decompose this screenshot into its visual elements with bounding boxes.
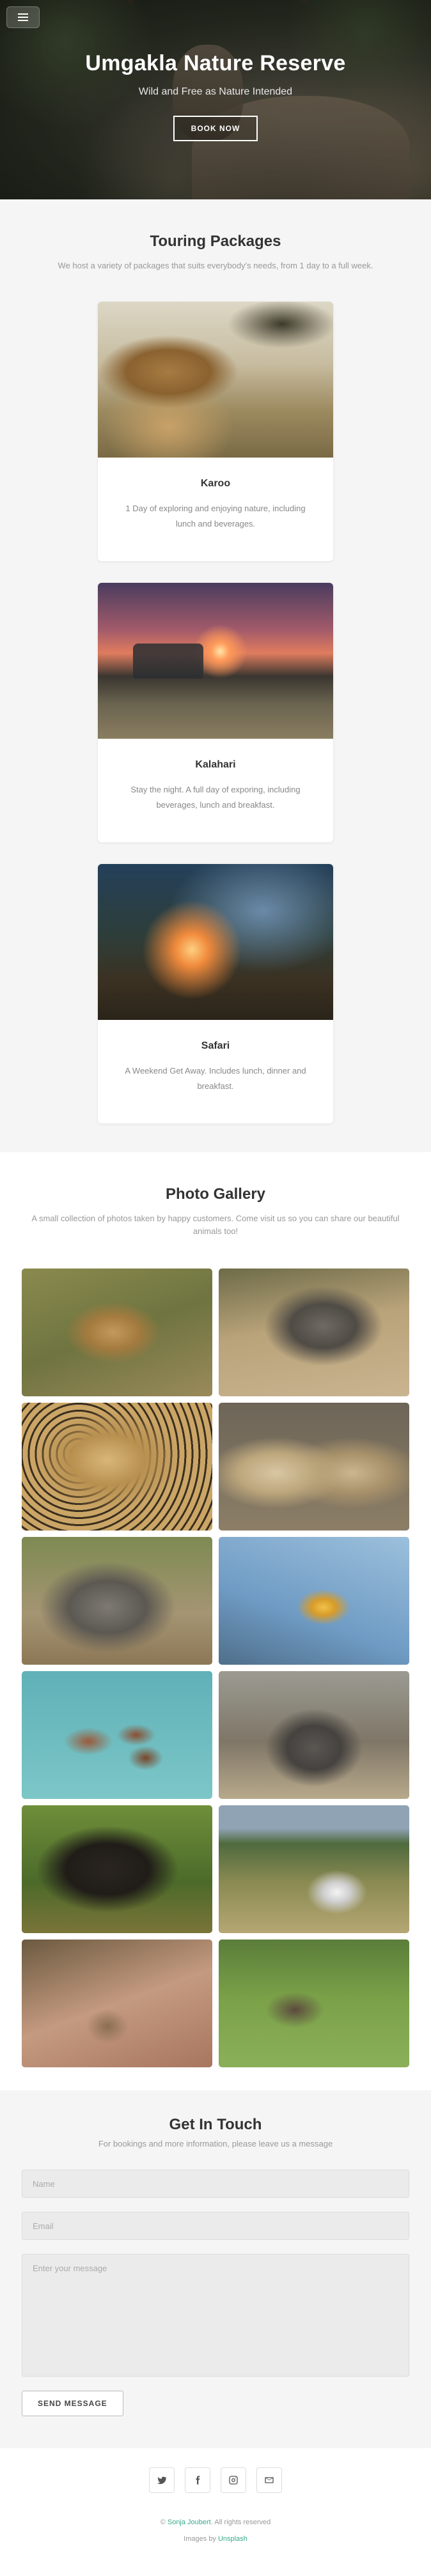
hero-banner: Umgakla Nature Reserve Wild and Free as … <box>0 0 431 199</box>
images-by-text: Images by <box>184 2535 216 2543</box>
hero-content: Umgakla Nature Reserve Wild and Free as … <box>0 51 431 141</box>
message-textarea[interactable]: Enter your message <box>22 2254 409 2377</box>
package-image-lion <box>98 302 333 458</box>
site-title: Umgakla Nature Reserve <box>85 51 346 75</box>
rights-text: . All rights reserved <box>210 2518 271 2526</box>
package-name: Safari <box>201 1040 230 1051</box>
facebook-link[interactable] <box>185 2467 210 2493</box>
send-message-button[interactable]: SEND MESSAGE <box>22 2391 123 2416</box>
email-link[interactable] <box>256 2467 282 2493</box>
gallery-photo-hornbill[interactable] <box>219 1537 409 1665</box>
gallery-photo-lioness[interactable] <box>22 1269 212 1396</box>
instagram-icon <box>229 2476 238 2485</box>
package-card-karoo[interactable]: Karoo 1 Day of exploring and enjoying na… <box>98 302 333 561</box>
package-name: Karoo <box>200 478 231 489</box>
hamburger-icon <box>18 13 28 21</box>
copyright-symbol: © <box>160 2518 166 2526</box>
twitter-link[interactable] <box>149 2467 175 2493</box>
email-placeholder: Email <box>33 2221 54 2231</box>
packages-section: Touring Packages We host a variety of pa… <box>0 199 431 1152</box>
gallery-photo-leopard[interactable] <box>22 1403 212 1531</box>
packages-title: Touring Packages <box>150 233 281 250</box>
name-placeholder: Name <box>33 2179 55 2189</box>
gallery-title: Photo Gallery <box>165 1185 266 1203</box>
package-card-safari[interactable]: Safari A Weekend Get Away. Includes lunc… <box>98 864 333 1123</box>
gallery-subtitle: A small collection of photos taken by ha… <box>31 1214 400 1236</box>
gallery-photo-elephants[interactable] <box>219 1671 409 1799</box>
twitter-icon <box>157 2476 167 2485</box>
facebook-icon <box>196 2476 200 2485</box>
package-body: Kalahari Stay the night. A full day of e… <box>98 739 333 842</box>
gallery-photo-warthogs[interactable] <box>219 1940 409 2067</box>
menu-toggle-button[interactable] <box>6 6 40 28</box>
package-body: Karoo 1 Day of exploring and enjoying na… <box>98 458 333 561</box>
contact-section: Get In Touch For bookings and more infor… <box>0 2090 431 2448</box>
copyright-line: © Sonja Joubert. All rights reserved <box>0 2518 431 2526</box>
unsplash-link[interactable]: Unsplash <box>218 2535 247 2543</box>
package-description: 1 Day of exploring and enjoying nature, … <box>125 504 306 528</box>
site-tagline: Wild and Free as Nature Intended <box>138 86 293 97</box>
message-placeholder: Enter your message <box>33 2264 107 2273</box>
gallery-photo-rhino[interactable] <box>22 1537 212 1665</box>
gallery-photo-wildebeest[interactable] <box>219 1269 409 1396</box>
instagram-link[interactable] <box>221 2467 246 2493</box>
gallery-photo-dirt-road[interactable] <box>22 1940 212 2067</box>
gallery-photo-hippos[interactable] <box>22 1671 212 1799</box>
packages-subtitle: We host a variety of packages that suits… <box>58 261 373 270</box>
image-credit-line: Images by Unsplash <box>0 2535 431 2543</box>
email-field[interactable]: Email <box>22 2212 409 2240</box>
email-icon <box>265 2477 274 2483</box>
social-links <box>0 2467 431 2493</box>
gallery-photo-zebra[interactable] <box>219 1805 409 1933</box>
gallery-section: Photo Gallery A small collection of phot… <box>0 1152 431 2090</box>
gallery-photo-buffalo[interactable] <box>22 1805 212 1933</box>
name-field[interactable]: Name <box>22 2170 409 2198</box>
package-description: Stay the night. A full day of exporing, … <box>130 785 301 810</box>
package-description: A Weekend Get Away. Includes lunch, dinn… <box>125 1066 306 1091</box>
gallery-photo-meerkats[interactable] <box>219 1403 409 1531</box>
contact-title: Get In Touch <box>169 2116 262 2133</box>
package-card-kalahari[interactable]: Kalahari Stay the night. A full day of e… <box>98 583 333 842</box>
package-image-sunset-vehicle <box>98 583 333 739</box>
author-link[interactable]: Sonja Joubert <box>168 2518 211 2526</box>
package-image-campfire <box>98 864 333 1020</box>
gallery-grid <box>22 1269 409 2067</box>
contact-subtitle: For bookings and more information, pleas… <box>98 2139 333 2148</box>
package-body: Safari A Weekend Get Away. Includes lunc… <box>98 1020 333 1123</box>
package-name: Kalahari <box>195 759 236 770</box>
footer: © Sonja Joubert. All rights reserved Ima… <box>0 2448 431 2568</box>
book-now-button[interactable]: BOOK NOW <box>173 116 258 141</box>
